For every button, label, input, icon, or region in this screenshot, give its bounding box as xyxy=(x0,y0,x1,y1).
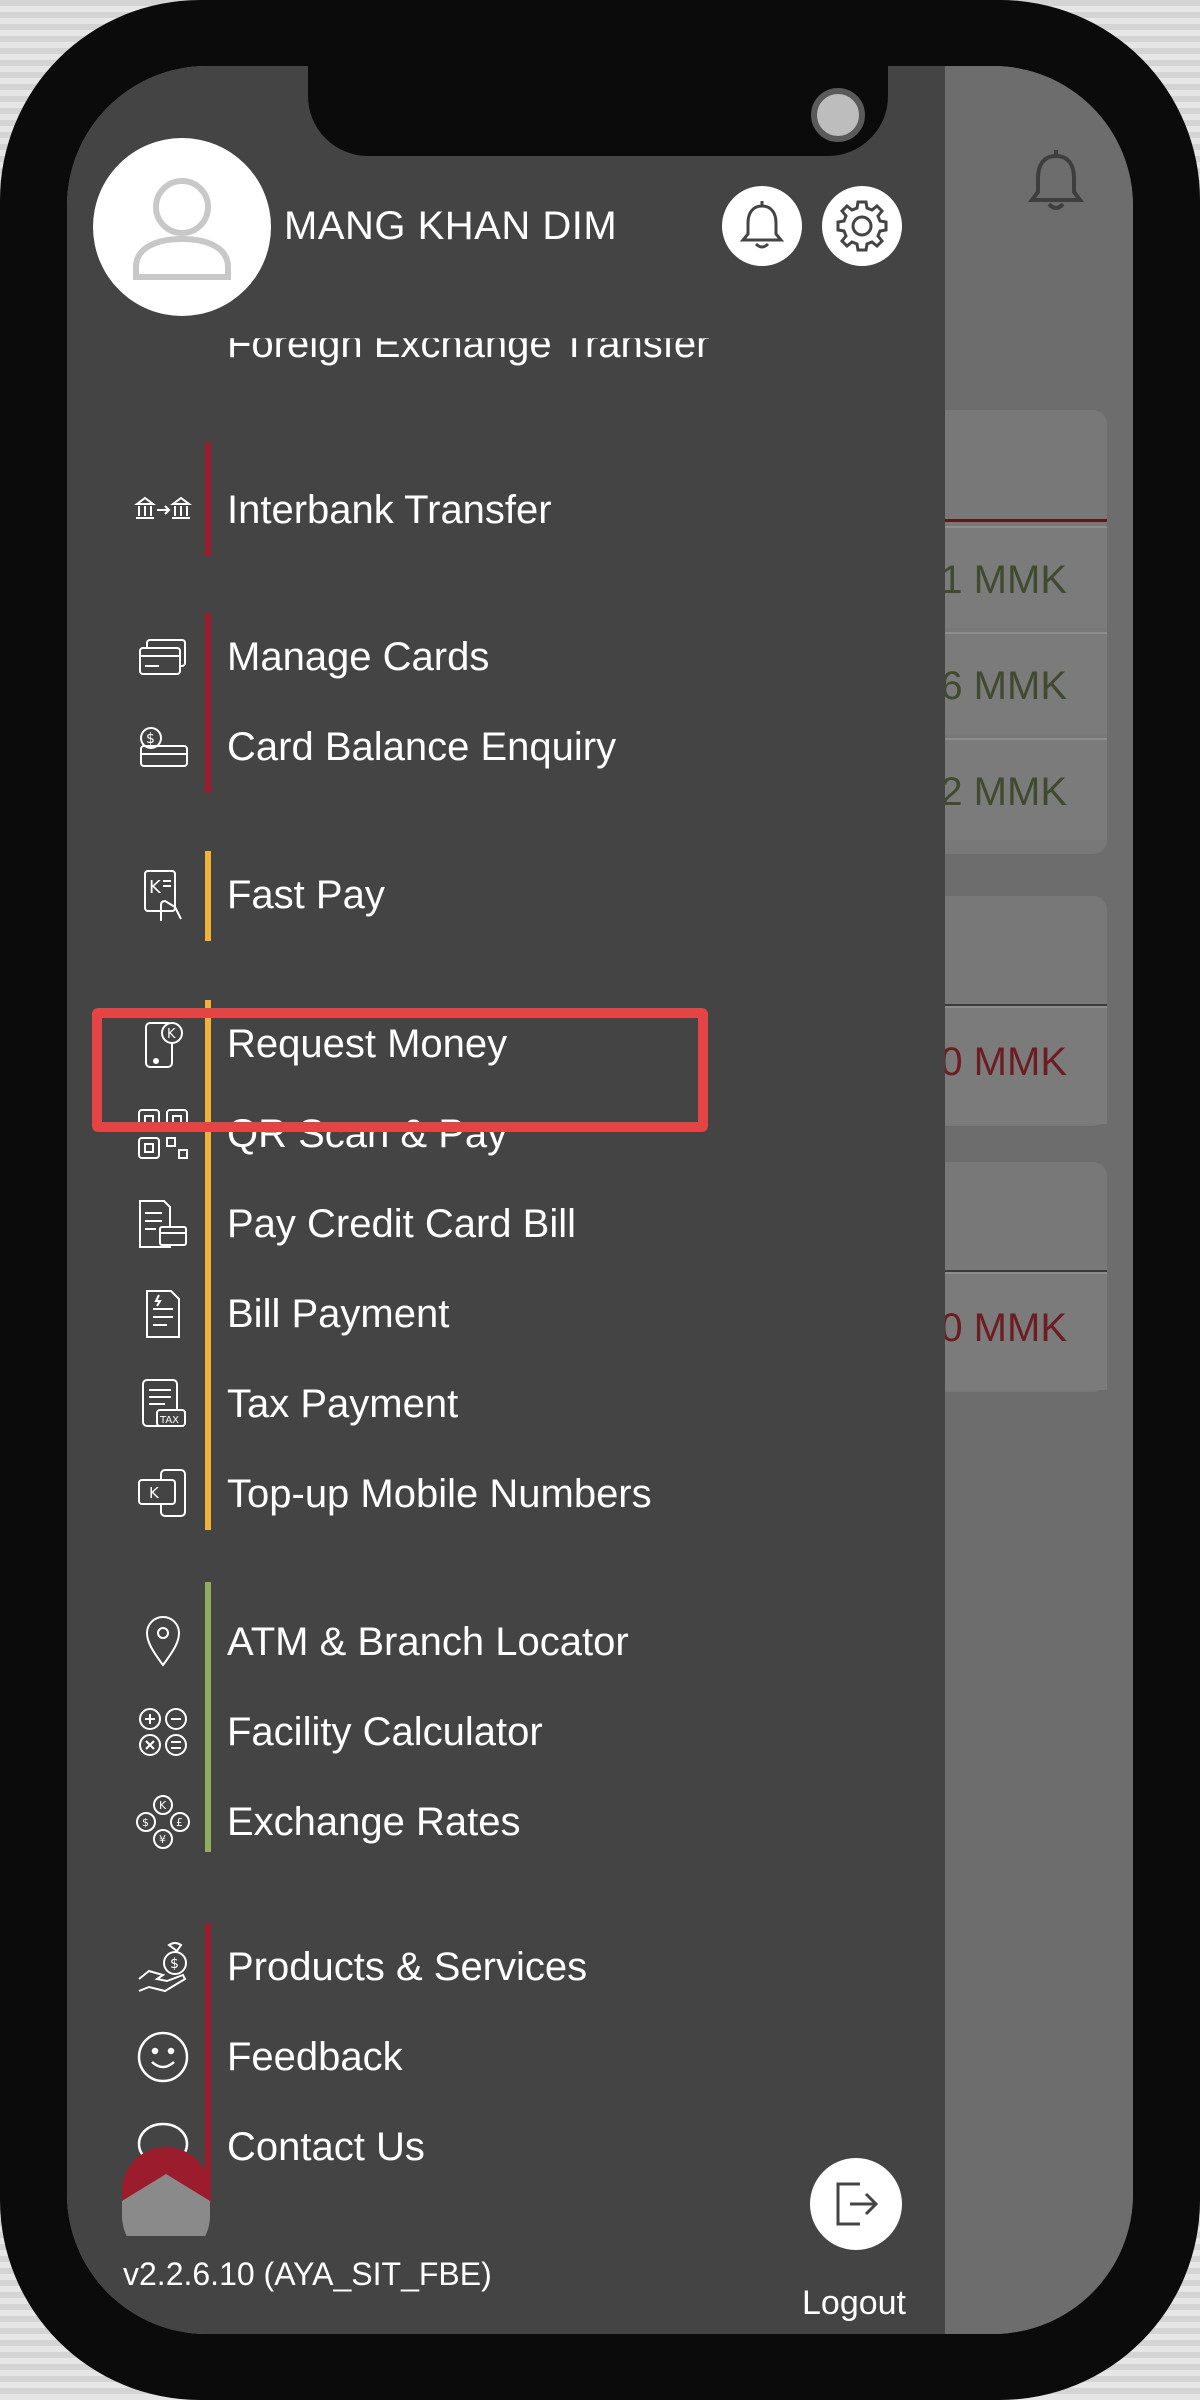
menu-item-label: Top-up Mobile Numbers xyxy=(227,1472,652,1516)
phone-notch xyxy=(308,66,888,156)
logout-icon xyxy=(836,2182,879,2226)
calculator-icon xyxy=(133,1702,193,1762)
credit-card-bill-icon xyxy=(133,1194,193,1254)
menu-item-feedback[interactable]: Feedback xyxy=(67,2013,945,2103)
background-amount: 0 MMK xyxy=(940,1306,1067,1350)
menu-item-foreign-exchange-transfer[interactable]: Foreign Exchange Transfer xyxy=(227,338,709,367)
tax-icon: TAX xyxy=(133,1374,193,1434)
accent-bar xyxy=(205,1923,211,2013)
svg-text:K: K xyxy=(149,877,162,898)
phone-frame: 1 MMK 6 MMK 2 MMK 0 MMK 0 MMK MANG KHAN … xyxy=(0,0,1200,2400)
svg-text:TAX: TAX xyxy=(159,1415,179,1426)
menu-item-label: Products & Services xyxy=(227,1945,588,1989)
menu-item-bill-payment[interactable]: Bill Payment xyxy=(67,1270,945,1360)
menu-item-pay-credit-card-bill[interactable]: Pay Credit Card Bill xyxy=(67,1180,945,1270)
logout-button[interactable] xyxy=(810,2158,902,2250)
menu-item-label: Contact Us xyxy=(227,2125,425,2169)
svg-text:K: K xyxy=(149,1484,160,1502)
gear-icon xyxy=(836,200,888,252)
products-icon: $ xyxy=(133,1937,193,1997)
screen: 1 MMK 6 MMK 2 MMK 0 MMK 0 MMK MANG KHAN … xyxy=(67,66,1133,2334)
background-amount: 0 MMK xyxy=(940,1040,1067,1084)
accent-bar xyxy=(205,1582,211,1688)
menu-item-label: Fast Pay xyxy=(227,873,385,917)
svg-text:K: K xyxy=(167,1027,176,1042)
menu-item-label: ATM & Branch Locator xyxy=(227,1620,629,1664)
svg-text:$: $ xyxy=(142,1816,149,1829)
svg-text:$: $ xyxy=(146,731,155,747)
menu-item-atm-branch-locator[interactable]: ATM & Branch Locator xyxy=(67,1582,945,1688)
accent-bar xyxy=(205,1000,211,1090)
background-amount: 2 MMK xyxy=(940,770,1067,814)
bell-icon xyxy=(739,201,785,249)
menu-item-label: Bill Payment xyxy=(227,1292,450,1336)
accent-bar xyxy=(205,442,211,556)
user-icon xyxy=(133,178,231,280)
camera-icon xyxy=(811,88,865,142)
menu-item-manage-cards[interactable]: Manage Cards xyxy=(67,613,945,703)
menu-item-interbank-transfer[interactable]: Interbank Transfer xyxy=(67,442,945,556)
menu-item-qr-scan-pay[interactable]: QR Scan & Pay xyxy=(67,1090,945,1180)
menu-item-label: Pay Credit Card Bill xyxy=(227,1202,577,1246)
exchange-rates-icon: K $ £ ¥ xyxy=(133,1792,193,1852)
accent-bar xyxy=(205,2013,211,2103)
svg-text:£: £ xyxy=(176,1816,183,1829)
menu-item-exchange-rates[interactable]: K $ £ ¥ Exchange Rates xyxy=(67,1778,945,1868)
menu-item-facility-calculator[interactable]: Facility Calculator xyxy=(67,1688,945,1778)
avatar[interactable] xyxy=(93,138,271,316)
mobile-topup-icon: K xyxy=(133,1464,193,1524)
notifications-button[interactable] xyxy=(722,186,802,266)
fast-pay-icon: K xyxy=(133,865,193,925)
background-amount: 1 MMK xyxy=(940,558,1067,602)
svg-text:$: $ xyxy=(170,1956,179,1972)
menu-item-label: Card Balance Enquiry xyxy=(227,725,617,769)
background-amount: 6 MMK xyxy=(940,664,1067,708)
smiley-icon xyxy=(133,2027,193,2087)
location-pin-icon xyxy=(133,1612,193,1672)
accent-bar xyxy=(205,1090,211,1180)
svg-text:¥: ¥ xyxy=(159,1833,166,1846)
card-icon xyxy=(133,627,193,687)
menu-item-card-balance-enquiry[interactable]: $ Card Balance Enquiry xyxy=(67,703,945,793)
app-version: v2.2.6.10 (AYA_SIT_FBE) xyxy=(123,2256,492,2292)
bill-icon xyxy=(133,1284,193,1344)
bank-transfer-icon xyxy=(133,480,193,540)
settings-button[interactable] xyxy=(822,186,902,266)
accent-bar xyxy=(205,1688,211,1778)
accent-bar xyxy=(205,1360,211,1450)
menu-item-label: Interbank Transfer xyxy=(227,488,552,532)
menu-item-label: Exchange Rates xyxy=(227,1800,521,1844)
logout-label: Logout xyxy=(802,2284,906,2322)
request-money-icon: K xyxy=(133,1014,193,1074)
qr-code-icon xyxy=(133,1104,193,1164)
accent-bar xyxy=(205,1180,211,1270)
menu-item-label: Facility Calculator xyxy=(227,1710,543,1754)
menu-item-tax-payment[interactable]: TAX Tax Payment xyxy=(67,1360,945,1450)
user-name: MANG KHAN DIM xyxy=(284,204,618,248)
card-balance-icon: $ xyxy=(133,717,193,777)
menu-item-request-money[interactable]: K Request Money xyxy=(67,1000,945,1090)
menu-item-label: Manage Cards xyxy=(227,635,490,679)
accent-bar xyxy=(205,1270,211,1360)
bank-logo xyxy=(121,2146,211,2236)
menu-item-label: Feedback xyxy=(227,2035,403,2079)
background-bell-icon[interactable] xyxy=(1027,150,1085,214)
accent-bar xyxy=(205,851,211,941)
menu-item-top-up-mobile-numbers[interactable]: K Top-up Mobile Numbers xyxy=(67,1450,945,1540)
menu-item-label: Tax Payment xyxy=(227,1382,459,1426)
svg-text:K: K xyxy=(159,1799,167,1812)
navigation-drawer: MANG KHAN DIM Foreign Exchange Transfer xyxy=(67,66,945,2334)
accent-bar xyxy=(205,613,211,703)
accent-bar xyxy=(205,1450,211,1530)
menu-item-label: Request Money xyxy=(227,1022,508,1066)
menu-item-fast-pay[interactable]: K Fast Pay xyxy=(67,851,945,941)
accent-bar xyxy=(205,1778,211,1852)
accent-bar xyxy=(205,703,211,793)
menu-item-products-services[interactable]: $ Products & Services xyxy=(67,1923,945,2013)
menu-item-label: QR Scan & Pay xyxy=(227,1112,508,1156)
